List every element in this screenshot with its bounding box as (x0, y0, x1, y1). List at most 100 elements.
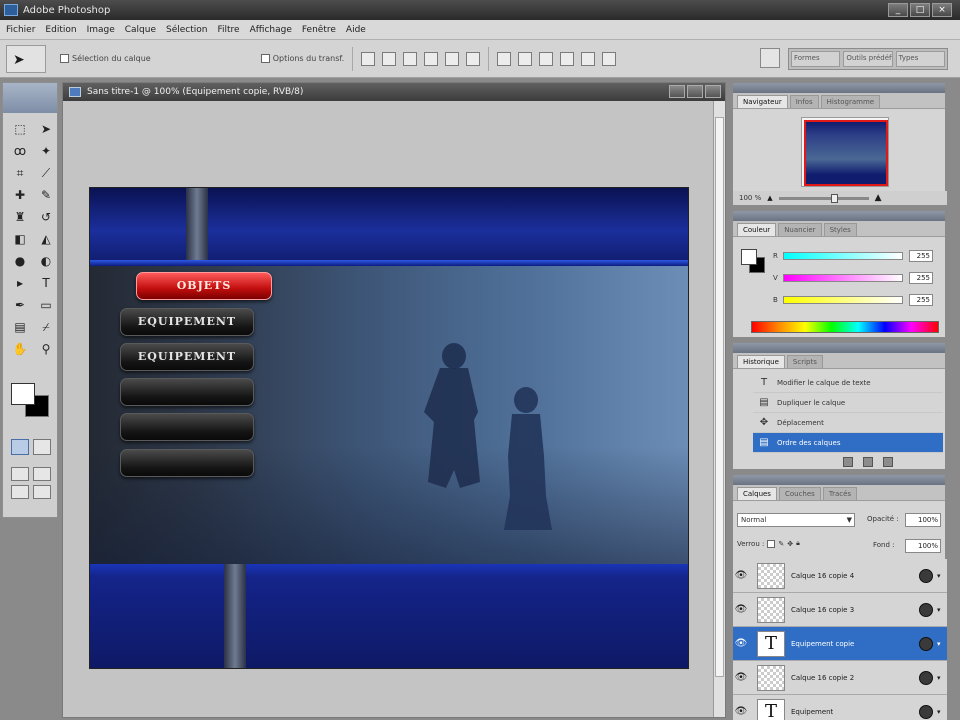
chevron-down-icon[interactable]: ▾ (937, 572, 947, 580)
history-item-selected[interactable]: ▤ Ordre des calques (753, 433, 943, 453)
eraser-tool-icon[interactable]: ◧ (9, 229, 31, 249)
menu-edition[interactable]: Edition (45, 25, 76, 35)
healing-brush-icon[interactable]: ✚ (9, 185, 31, 205)
eye-icon[interactable]: 👁︎ (733, 604, 749, 615)
tab-navigateur[interactable]: Navigateur (737, 95, 788, 108)
history-item[interactable]: ✥ Déplacement (753, 413, 943, 433)
document-title-bar[interactable]: Sans titre-1 @ 100% (Equipement copie, R… (63, 83, 725, 101)
auto-select-option[interactable]: Sélection du calque (60, 54, 151, 63)
eye-icon[interactable]: 👁︎ (733, 706, 749, 717)
magic-wand-icon[interactable]: ✦ (35, 141, 57, 161)
marquee-tool-icon[interactable]: ⬚ (9, 119, 31, 139)
opacity-field[interactable]: 100% (905, 513, 941, 527)
navigator-view-box[interactable] (804, 120, 888, 186)
scrollbar-thumb[interactable] (715, 117, 724, 677)
eye-icon[interactable]: 👁︎ (733, 570, 749, 581)
panel-header[interactable] (733, 343, 945, 353)
distribute-bottom-icon[interactable] (539, 51, 554, 66)
layer-row[interactable]: 👁︎ Calque 16 copie 4 ▾ (733, 559, 947, 593)
toolbox-header[interactable] (3, 83, 57, 113)
screen-mode-standard[interactable] (11, 467, 29, 481)
trash-icon[interactable] (883, 457, 893, 467)
panel-header[interactable] (733, 475, 945, 485)
lock-all-icon[interactable]: 🔒︎ (796, 539, 800, 548)
eye-icon[interactable]: 👁︎ (733, 638, 749, 649)
distribute-right-icon[interactable] (602, 51, 617, 66)
type-tool-icon[interactable]: T (35, 273, 57, 293)
artwork-button-equipement-copy[interactable]: EQUIPEMENT (120, 343, 254, 371)
layer-row[interactable]: 👁︎ T Equipement ▾ (733, 695, 947, 720)
quickmask-mode-button[interactable] (33, 439, 51, 455)
transform-controls-checkbox[interactable] (260, 54, 270, 63)
artwork-canvas[interactable]: OBJETS EQUIPEMENT EQUIPEMENT (89, 187, 689, 669)
doc-minimize-button[interactable] (669, 85, 685, 98)
jump-to-imageready[interactable] (33, 485, 51, 499)
green-channel-slider[interactable] (783, 274, 903, 282)
close-button[interactable]: × (932, 3, 952, 17)
fill-field[interactable]: 100% (905, 539, 941, 553)
distribute-left-icon[interactable] (560, 51, 575, 66)
menu-aide[interactable]: Aide (346, 25, 366, 35)
layer-row[interactable]: 👁︎ Calque 16 copie 2 ▾ (733, 661, 947, 695)
well-tab-types[interactable]: Types (895, 51, 945, 67)
zoom-tool-icon[interactable]: ⚲ (35, 339, 57, 359)
eye-icon[interactable]: 👁︎ (733, 672, 749, 683)
gradient-tool-icon[interactable]: ◭ (35, 229, 57, 249)
layer-effects-icon[interactable] (919, 568, 933, 583)
layer-effects-icon[interactable] (919, 636, 933, 651)
tab-styles[interactable]: Styles (823, 223, 857, 236)
doc-maximize-button[interactable] (687, 85, 703, 98)
transform-controls-option[interactable]: Options du transf. (260, 54, 344, 63)
align-hcenter-icon[interactable] (445, 51, 460, 66)
history-item[interactable]: ▤ Dupliquer le calque (753, 393, 943, 413)
artwork-button-equipement[interactable]: EQUIPEMENT (120, 308, 254, 336)
align-left-icon[interactable] (424, 51, 439, 66)
blue-channel-value[interactable]: 255 (909, 294, 933, 306)
menu-fenetre[interactable]: Fenêtre (302, 25, 336, 35)
red-channel-slider[interactable] (783, 252, 903, 260)
history-brush-icon[interactable]: ↺ (35, 207, 57, 227)
zoom-slider-knob[interactable] (830, 193, 838, 203)
tab-infos[interactable]: Infos (789, 95, 819, 108)
zoom-percentage[interactable]: 100 % (739, 194, 761, 202)
align-bottom-icon[interactable] (403, 51, 418, 66)
history-item[interactable]: T Modifier le calque de texte (753, 373, 943, 393)
layer-row-selected[interactable]: 👁︎ T Equipement copie ▾ (733, 627, 947, 661)
well-tab-outils[interactable]: Outils prédéfinis (843, 51, 893, 67)
new-snapshot-icon[interactable] (863, 457, 873, 467)
chevron-down-icon[interactable]: ▾ (937, 708, 947, 716)
tab-couleur[interactable]: Couleur (737, 223, 777, 236)
doc-close-button[interactable] (705, 85, 721, 98)
foreground-color[interactable] (11, 383, 35, 405)
align-right-icon[interactable] (466, 51, 481, 66)
tab-historique[interactable]: Historique (737, 355, 785, 368)
document-vertical-scrollbar[interactable] (713, 101, 725, 717)
align-vcenter-icon[interactable] (382, 51, 397, 66)
menu-selection[interactable]: Sélection (166, 25, 207, 35)
eyedropper-icon[interactable]: ⌿ (35, 317, 57, 337)
menu-filtre[interactable]: Filtre (218, 25, 240, 35)
tab-nuancier[interactable]: Nuancier (778, 223, 822, 236)
menu-calque[interactable]: Calque (125, 25, 156, 35)
dodge-tool-icon[interactable]: ◐ (35, 251, 57, 271)
screen-mode-full[interactable] (11, 485, 29, 499)
panel-header[interactable] (733, 211, 945, 221)
new-document-from-state-icon[interactable] (843, 457, 853, 467)
blue-channel-slider[interactable] (783, 296, 903, 304)
color-panel-swatches[interactable] (741, 249, 765, 273)
layer-effects-icon[interactable] (919, 670, 933, 685)
distribute-top-icon[interactable] (497, 51, 512, 66)
shape-tool-icon[interactable]: ▭ (35, 295, 57, 315)
path-select-icon[interactable]: ▸ (9, 273, 31, 293)
crop-tool-icon[interactable]: ⌗ (9, 163, 31, 183)
layer-effects-icon[interactable] (919, 704, 933, 719)
menu-fichier[interactable]: Fichier (6, 25, 35, 35)
blur-tool-icon[interactable]: ● (9, 251, 31, 271)
green-channel-value[interactable]: 255 (909, 272, 933, 284)
move-tool-icon[interactable]: ➤ (35, 119, 57, 139)
layer-row[interactable]: 👁︎ Calque 16 copie 3 ▾ (733, 593, 947, 627)
menu-affichage[interactable]: Affichage (250, 25, 292, 35)
layer-effects-icon[interactable] (919, 602, 933, 617)
artwork-button-objets[interactable]: OBJETS (136, 272, 272, 300)
navigator-preview[interactable] (801, 117, 889, 187)
